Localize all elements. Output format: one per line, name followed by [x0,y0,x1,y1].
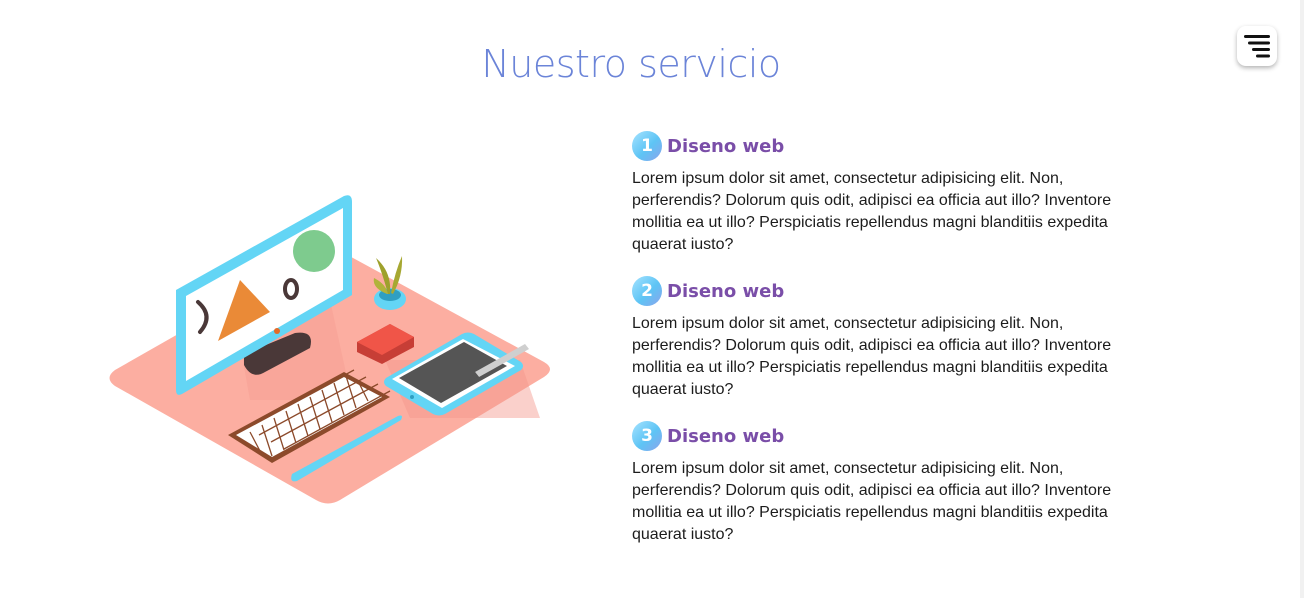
number-badge: 2 [632,276,662,306]
service-title: Diseno web [667,280,785,302]
service-description: Lorem ipsum dolor sit amet, consectetur … [632,460,1112,543]
number-badge: 3 [632,421,662,451]
services-list: 1 Diseno web Lorem ipsum dolor sit amet,… [632,131,1152,566]
service-header: 3 Diseno web [632,421,1152,451]
service-title: Diseno web [667,425,785,447]
section-title: Nuestro servicio [481,42,781,86]
services-page: Nuestro servicio 1 Diseno web Lorem ipsu… [0,0,1304,598]
service-header: 1 Diseno web [632,131,1152,161]
service-item-2: 2 Diseno web Lorem ipsum dolor sit amet,… [632,276,1152,421]
service-title: Diseno web [667,135,785,157]
service-item-3: 3 Diseno web Lorem ipsum dolor sit amet,… [632,421,1152,566]
scrollbar-track[interactable] [1300,0,1304,598]
service-description: Lorem ipsum dolor sit amet, consectetur … [632,315,1112,398]
service-description: Lorem ipsum dolor sit amet, consectetur … [632,170,1112,253]
number-badge: 1 [632,131,662,161]
workspace-illustration [109,195,550,504]
service-header: 2 Diseno web [632,276,1152,306]
service-item-1: 1 Diseno web Lorem ipsum dolor sit amet,… [632,131,1152,276]
